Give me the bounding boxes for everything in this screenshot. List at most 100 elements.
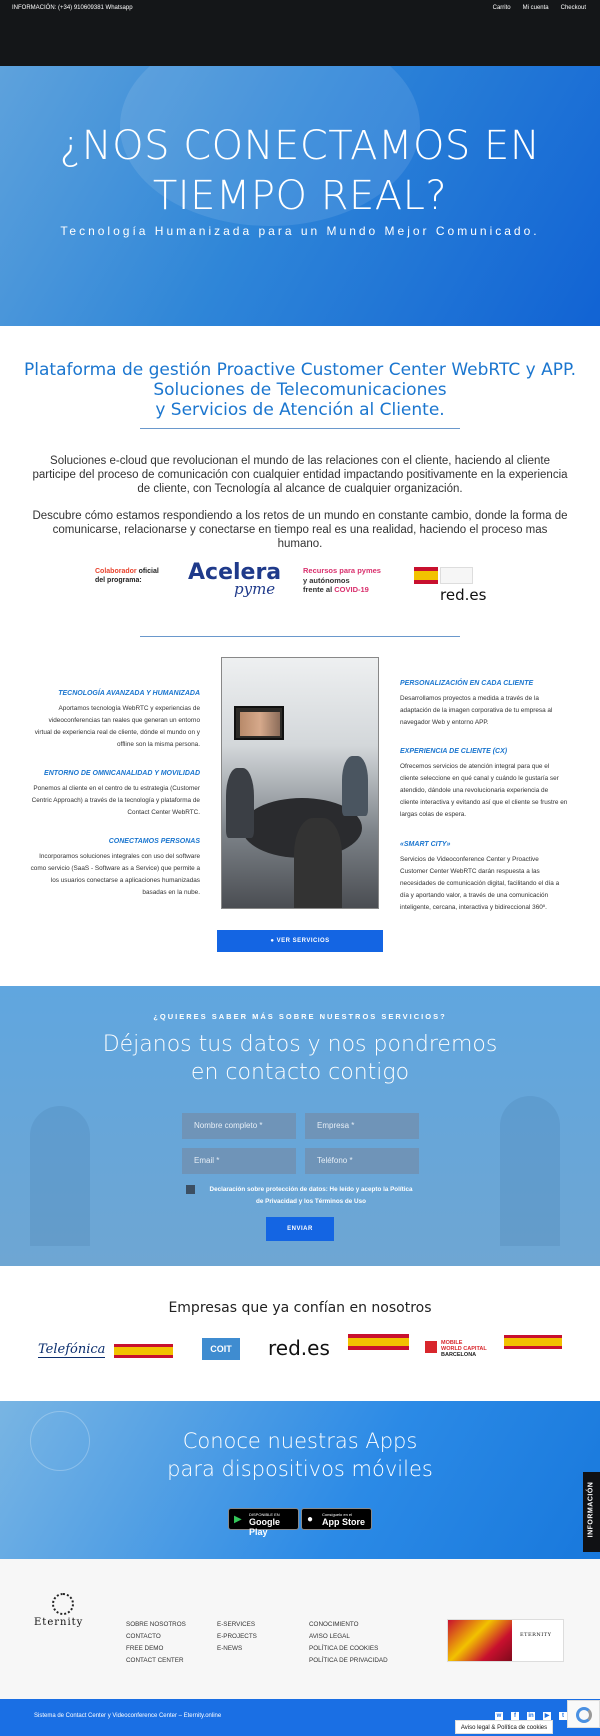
person-figure	[342, 756, 368, 816]
footer-link-about[interactable]: SOBRE NOSOTROS	[126, 1619, 186, 1631]
consent-checkbox[interactable]	[186, 1185, 195, 1194]
app-store-button[interactable]: ● Consíguelo en el App Store	[301, 1508, 372, 1530]
name-field[interactable]: Nombre completo *	[182, 1113, 296, 1139]
recaptcha-icon	[576, 1707, 592, 1723]
apps-section: Conoce nuestras Apps para dispositivos m…	[0, 1401, 600, 1559]
service-customer-experience: EXPERIENCIA DE CLIENTE (CX) Ofrecemos se…	[400, 748, 568, 821]
view-services-button[interactable]: ● VER SERVICIOS	[217, 930, 383, 952]
twitter-icon[interactable]: t	[559, 1712, 567, 1720]
footer-col-3: CONOCIMIENTO AVISO LEGAL POLÍTICA DE COO…	[309, 1619, 388, 1667]
pyme-text: pyme	[234, 580, 276, 598]
top-links: Carrito Mi cuenta Checkout	[493, 5, 586, 11]
recursos-logo: Recursos para pymes y autónomos frente a…	[303, 566, 381, 595]
platform-heading: Plataforma de gestión Proactive Customer…	[0, 360, 600, 420]
coit-logo: COIT	[202, 1338, 240, 1360]
checkout-link[interactable]: Checkout	[561, 5, 586, 11]
apps-heading: Conoce nuestras Apps para dispositivos m…	[0, 1427, 600, 1483]
team-meeting-photo	[221, 657, 379, 909]
ministry-badge	[440, 567, 473, 584]
contact-heading-line2: en contacto contigo	[190, 1060, 410, 1085]
information-tab-label: INFORMACIÓN	[587, 1481, 595, 1538]
service-text: Incorporamos soluciones integrales con u…	[30, 853, 200, 896]
consent-line1: Declaración sobre protección de datos: H…	[209, 1186, 413, 1193]
gobierno-logo	[114, 1344, 173, 1358]
my-account-link[interactable]: Mi cuenta	[523, 5, 549, 11]
service-text: Ofrecemos servicios de atención integral…	[400, 763, 568, 818]
footer-link-eprojects[interactable]: E-PROJECTS	[217, 1631, 257, 1643]
brands-section: Empresas que ya confían en nosotros Tele…	[0, 1266, 600, 1401]
redes-logo: red.es	[440, 586, 487, 604]
service-title: PERSONALIZACIÓN EN CADA CLIENTE	[400, 680, 534, 687]
person-figure	[226, 768, 254, 838]
footer-link-eservices[interactable]: E-SERVICES	[217, 1619, 257, 1631]
service-title: EXPERIENCIA DE CLIENTE (CX)	[400, 748, 508, 755]
contact-heading: Déjanos tus datos y nos pondremos en con…	[0, 1031, 600, 1087]
divider	[140, 428, 460, 429]
platform-paragraph-2: Descubre cómo estamos respondiendo a los…	[32, 510, 568, 550]
eternity-logo-text: Eternity	[34, 1617, 84, 1628]
submit-button[interactable]: ENVIAR	[266, 1217, 334, 1241]
service-connect-people: CONECTAMOS PERSONAS Incorporamos solucio…	[30, 838, 200, 899]
recursos-line3: frente al	[303, 585, 335, 594]
view-services-label: VER SERVICIOS	[276, 938, 330, 944]
recaptcha-badge[interactable]	[567, 1700, 600, 1728]
footer-col-2: E-SERVICES E-PROJECTS E-NEWS	[217, 1619, 257, 1655]
mwc-icon	[425, 1341, 437, 1353]
linkedin-icon[interactable]: in	[527, 1712, 535, 1720]
contact-section: ¿QUIERES SABER MÁS SOBRE NUESTROS SERVIC…	[0, 986, 600, 1266]
service-omnichannel: ENTORNO DE OMNICANALIDAD Y MOVILIDAD Pon…	[30, 770, 200, 819]
google-play-icon: ▶	[234, 1514, 242, 1525]
cookie-notice-button[interactable]: Aviso legal & Política de cookies	[455, 1720, 553, 1734]
service-title: TECNOLOGÍA AVANZADA Y HUMANIZADA	[58, 690, 200, 697]
footer-col-1: SOBRE NOSOTROS CONTACTO FREE DEMO CONTAC…	[126, 1619, 186, 1667]
platform-heading-line2: Soluciones de Telecomunicaciones	[153, 380, 447, 400]
redes-logo: red.es	[268, 1336, 330, 1360]
contact-heading-line1: Déjanos tus datos y nos pondremos	[102, 1032, 498, 1057]
gobierno-logo-3	[504, 1335, 562, 1349]
cart-link[interactable]: Carrito	[493, 5, 511, 11]
contact-info[interactable]: INFORMACIÓN: (+34) 910609381 Whatsapp	[12, 5, 133, 11]
footer-link-demo[interactable]: FREE DEMO	[126, 1643, 186, 1655]
gobierno-logo	[414, 567, 473, 584]
facebook-icon[interactable]: f	[511, 1712, 519, 1720]
contact-kicker: ¿QUIERES SABER MÁS SOBRE NUESTROS SERVIC…	[153, 1012, 447, 1021]
platform-paragraph-1: Soluciones e-cloud que revolucionan el m…	[32, 455, 568, 495]
apple-icon: ●	[307, 1514, 314, 1525]
phone-field[interactable]: Teléfono *	[305, 1148, 419, 1174]
footer-link-cookies[interactable]: POLÍTICA DE COOKIES	[309, 1643, 388, 1655]
apple-big-text: App Store	[322, 1517, 366, 1527]
consent-text: Declaración sobre protección de datos: H…	[200, 1184, 422, 1208]
footer-link-legal[interactable]: AVISO LEGAL	[309, 1631, 388, 1643]
video-call-image	[240, 712, 280, 736]
programa-text: del programa:	[95, 577, 142, 584]
service-title: CONECTAMOS PERSONAS	[108, 838, 200, 845]
person-figure	[294, 818, 342, 908]
email-field[interactable]: Email *	[182, 1148, 296, 1174]
google-play-button[interactable]: ▶ DISPONIBLE EN Google Play	[228, 1508, 299, 1537]
information-side-tab[interactable]: INFORMACIÓN	[583, 1472, 600, 1552]
recursos-line1: Recursos para pymes	[303, 566, 381, 575]
badge-flag-graphic	[448, 1620, 512, 1661]
hero-title: ¿NOS CONECTAMOS EN TIEMPO REAL?	[0, 121, 600, 221]
eternity-logo-icon	[52, 1593, 74, 1615]
service-title: «SMART CITY»	[400, 841, 451, 848]
footer-link-enews[interactable]: E-NEWS	[217, 1643, 257, 1655]
gobierno-logo-2	[348, 1334, 409, 1350]
silhouette-decoration	[30, 1106, 90, 1246]
top-bar: INFORMACIÓN: (+34) 910609381 Whatsapp Ca…	[0, 0, 600, 66]
whatsapp-icon[interactable]: w	[495, 1712, 503, 1720]
program-logos: Colaborador oficial del programa: Aceler…	[92, 560, 512, 610]
company-field[interactable]: Empresa *	[305, 1113, 419, 1139]
footer-link-contact-center[interactable]: CONTACT CENTER	[126, 1655, 186, 1667]
youtube-icon[interactable]: ▶	[543, 1712, 551, 1720]
badge-brand-text: ETERNITY	[520, 1632, 552, 1638]
bottom-text: Sistema de Contact Center y Videoconfere…	[34, 1713, 222, 1719]
hero-title-line1: ¿NOS CONECTAMOS EN	[59, 123, 541, 169]
platform-heading-line3: y Servicios de Atención al Cliente.	[155, 400, 445, 420]
footer-link-privacy[interactable]: POLÍTICA DE PRIVACIDAD	[309, 1655, 388, 1667]
telefonica-logo: Telefónica	[38, 1342, 106, 1358]
google-big-text: Google Play	[249, 1517, 280, 1537]
footer-link-contact[interactable]: CONTACTO	[126, 1631, 186, 1643]
footer-link-knowledge[interactable]: CONOCIMIENTO	[309, 1619, 388, 1631]
service-text: Ponemos al cliente en el centro de tu es…	[31, 785, 200, 816]
